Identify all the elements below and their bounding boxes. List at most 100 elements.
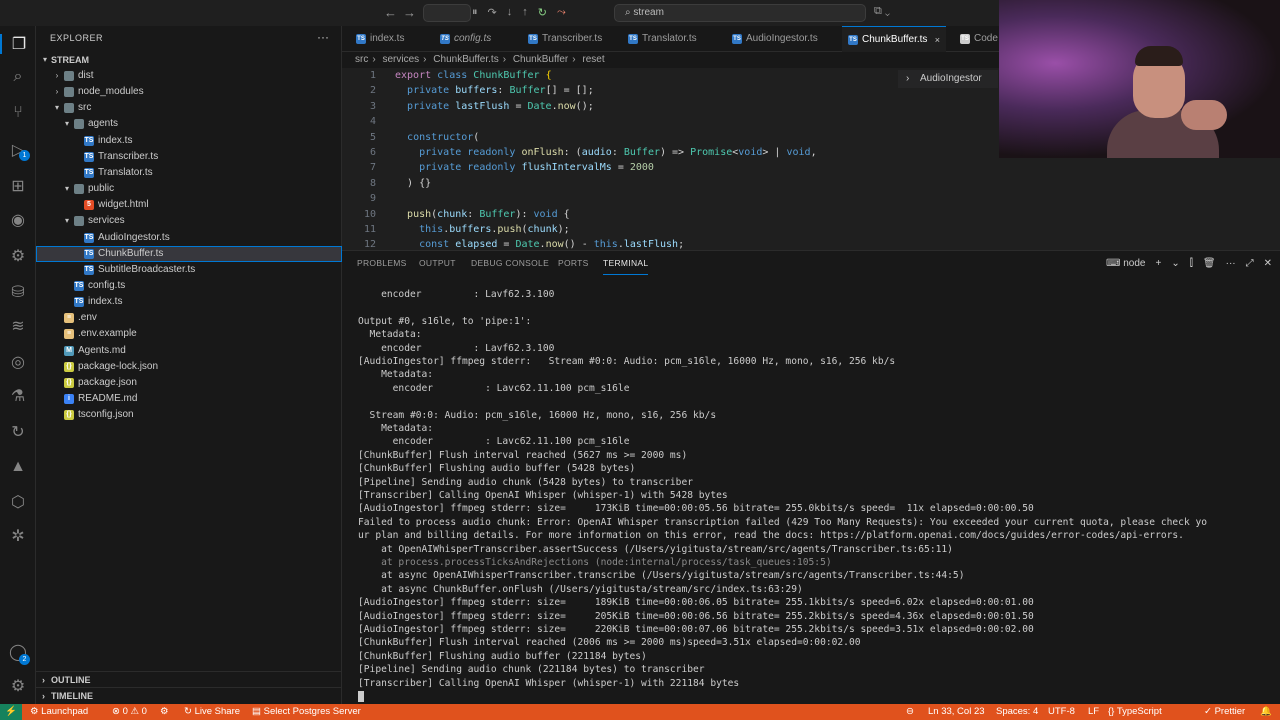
tab-audioingestor-ts[interactable]: TS AudioIngestor.ts <box>726 26 818 52</box>
eol[interactable]: LF <box>1088 704 1099 720</box>
step-over-icon[interactable]: ↷ <box>488 6 497 19</box>
layout-icon[interactable]: ⧉ ⌄ <box>874 5 890 18</box>
kill-terminal-icon[interactable]: 🗑 <box>1203 258 1216 269</box>
tree-file[interactable]: TS ChunkBuffer.ts <box>36 245 342 262</box>
tree-folder[interactable]: › node_modules <box>36 84 342 100</box>
extensions-icon[interactable]: ⊞ <box>0 176 36 196</box>
testing-icon[interactable]: ⚗ <box>0 386 36 406</box>
command-center-search[interactable]: ⌕ stream <box>614 4 866 22</box>
search-icon[interactable]: ⌕ <box>0 68 36 86</box>
terminal-line: [Transcriber] Calling OpenAI Whisper (wh… <box>358 677 740 689</box>
debug-config-box[interactable] <box>423 4 471 22</box>
tree-file[interactable]: TS index.ts <box>36 133 342 149</box>
close-panel-icon[interactable]: ✕ <box>1264 258 1272 269</box>
tree-file[interactable]: {} package.json <box>36 375 342 391</box>
outline-section[interactable]: › OUTLINE <box>36 671 342 687</box>
launchpad-item[interactable]: ⚙ Launchpad <box>30 704 88 720</box>
tree-file[interactable]: M Agents.md <box>36 343 342 359</box>
zoom-icon[interactable]: ⊖ <box>906 704 914 720</box>
tree-folder[interactable]: › dist <box>36 68 342 84</box>
liveshare-label: Live Share <box>194 706 241 717</box>
account-icon[interactable]: ◯ <box>0 642 36 662</box>
breadcrumb-class[interactable]: ChunkBuffer <box>513 54 568 65</box>
liveshare-item[interactable]: ↻ Live Share <box>184 704 240 720</box>
tab-output[interactable]: OUTPUT <box>419 251 456 275</box>
tools-icon[interactable]: ⚙ <box>160 704 169 720</box>
tree-file[interactable]: ≡ .env.example <box>36 326 342 342</box>
tree-file[interactable]: ≡ .env <box>36 310 342 326</box>
tree-file[interactable]: {} tsconfig.json <box>36 407 342 423</box>
copilot-icon[interactable]: ✲ <box>0 526 36 546</box>
tab-config-ts[interactable]: TS config.ts <box>434 26 491 52</box>
tree-file[interactable]: TS config.ts <box>36 278 342 294</box>
disconnect-icon[interactable]: ⤳ <box>557 6 566 19</box>
tree-folder[interactable]: ▾ src <box>36 100 342 116</box>
layers-icon[interactable]: ≋ <box>0 316 36 336</box>
remote-icon[interactable]: ◉ <box>0 210 36 230</box>
tree-root[interactable]: ▾ STREAM <box>36 52 342 68</box>
breadcrumb-file[interactable]: ChunkBuffer.ts <box>433 54 498 65</box>
new-terminal-icon[interactable]: + <box>1155 258 1161 269</box>
forward-icon[interactable]: → <box>403 5 416 20</box>
run-debug-icon[interactable]: ▷ <box>0 140 36 160</box>
problems-item[interactable]: ⊗ 0 ⚠ 0 <box>112 704 147 720</box>
step-out-icon[interactable]: ↑ <box>522 6 528 18</box>
terminal-shell-icon[interactable]: ⌨ node <box>1106 258 1145 269</box>
split-terminal-icon[interactable]: ⫿ <box>1190 258 1193 269</box>
azure-icon[interactable]: ▲ <box>0 458 36 476</box>
database-icon[interactable]: ⛁ <box>0 282 36 302</box>
breadcrumb-services[interactable]: services <box>382 54 419 65</box>
step-into-icon[interactable]: ↓ <box>507 6 513 18</box>
source-control-icon[interactable]: ⑂ <box>0 104 36 122</box>
tree-folder[interactable]: ▾ agents <box>36 116 342 132</box>
close-icon[interactable]: × <box>935 27 940 53</box>
pause-icon[interactable]: ⏸ <box>472 6 478 19</box>
tab-terminal[interactable]: TERMINAL <box>603 251 649 275</box>
postman-icon[interactable]: ⬡ <box>0 492 36 512</box>
restart-icon[interactable]: ↻ <box>538 6 547 19</box>
tree-file[interactable]: i README.md <box>36 391 342 407</box>
terminal-output[interactable]: encoder : Lavf62.3.100 Output #0, s16le, … <box>358 288 1270 703</box>
files-icon[interactable]: ❐ <box>0 34 36 54</box>
timeline-section[interactable]: › TIMELINE <box>36 687 342 703</box>
tab-chunkbuffer-ts[interactable]: TS ChunkBuffer.ts × <box>842 26 946 52</box>
back-icon[interactable]: ← <box>384 5 397 20</box>
github-icon[interactable]: ◎ <box>0 352 36 372</box>
indentation[interactable]: Spaces: 4 <box>996 704 1038 720</box>
tab-transcriber-ts[interactable]: TS Transcriber.ts <box>522 26 602 52</box>
language-mode[interactable]: {} TypeScript <box>1108 704 1162 720</box>
postgres-item[interactable]: ▤ Select Postgres Server <box>252 704 361 720</box>
tab-translator-ts[interactable]: TS Translator.ts <box>622 26 697 52</box>
more-actions-icon[interactable]: ··· <box>1226 258 1236 269</box>
terminal-name: node <box>1123 257 1146 269</box>
tab-problems[interactable]: PROBLEMS <box>357 251 407 275</box>
breadcrumb-src[interactable]: src <box>355 54 368 65</box>
prettier-item[interactable]: ✓ Prettier <box>1204 704 1245 720</box>
tree-file[interactable]: TS Transcriber.ts <box>36 149 342 165</box>
tree-file[interactable]: TS index.ts <box>36 294 342 310</box>
tree-file[interactable]: {} package-lock.json <box>36 359 342 375</box>
tree-file[interactable]: 5 widget.html <box>36 197 342 213</box>
tab-ports[interactable]: PORTS <box>558 251 589 275</box>
remote-indicator[interactable]: ⚡ <box>0 704 22 720</box>
tree-file[interactable]: TS SubtitleBroadcaster.ts <box>36 262 342 278</box>
tab-code[interactable]: TS Code <box>954 26 998 52</box>
line-number: 10 <box>363 208 376 220</box>
docker-icon[interactable]: ⚙ <box>0 246 36 266</box>
tree-folder[interactable]: ▾ services <box>36 213 342 229</box>
settings-gear-icon[interactable]: ⚙ <box>0 676 36 696</box>
tree-folder[interactable]: ▾ public <box>36 181 342 197</box>
sticky-outline[interactable]: › AudioIngestor <box>898 70 998 88</box>
maximize-panel-icon[interactable]: ⤢ <box>1246 258 1254 269</box>
more-actions-icon[interactable]: ··· <box>317 30 329 44</box>
tab-index-ts[interactable]: TS index.ts <box>350 26 404 52</box>
cursor-position[interactable]: Ln 33, Col 23 <box>928 704 985 720</box>
liveshare-icon[interactable]: ↻ <box>0 422 36 442</box>
breadcrumb-method[interactable]: reset <box>582 54 604 65</box>
terminal-dropdown-icon[interactable]: ⌄ <box>1171 258 1179 269</box>
encoding[interactable]: UTF-8 <box>1048 704 1075 720</box>
notifications-bell-icon[interactable]: 🔔 <box>1260 704 1272 720</box>
tab-debug-console[interactable]: DEBUG CONSOLE <box>471 251 549 275</box>
tree-file[interactable]: TS Translator.ts <box>36 165 342 181</box>
tree-file[interactable]: TS AudioIngestor.ts <box>36 230 342 246</box>
